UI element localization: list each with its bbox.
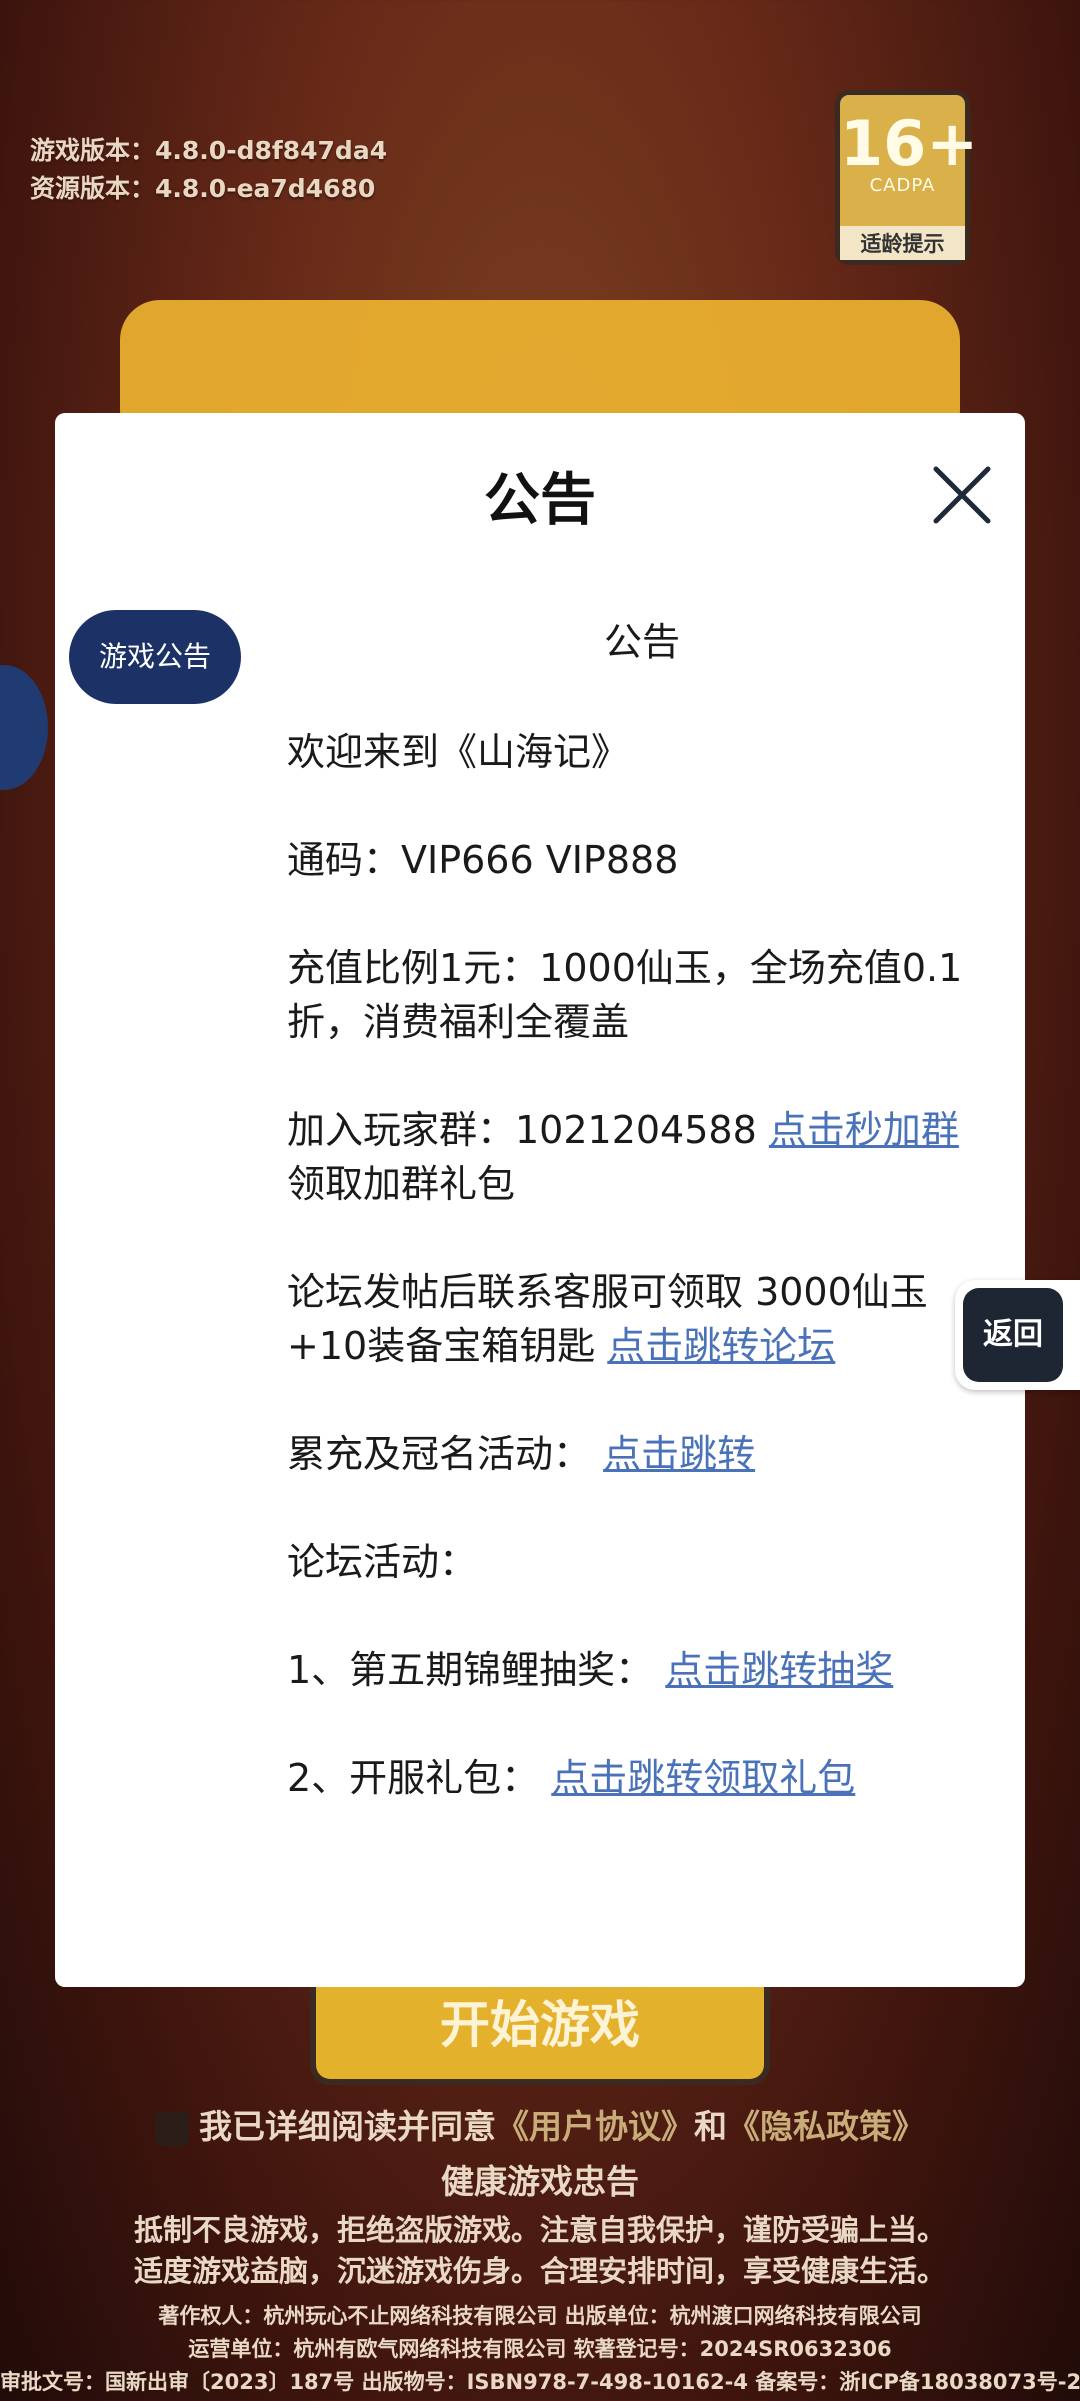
health-advice-line: 适度游戏益脑，沉迷游戏伤身。合理安排时间，享受健康生活。 bbox=[133, 2254, 946, 2288]
lottery-text: 1、第五期锦鲤抽奖： bbox=[287, 1648, 666, 1692]
start-game-button[interactable]: 开始游戏 bbox=[310, 1985, 770, 2085]
recharge-text: 充值比例1元：1000仙玉，全场充值0.1折，消费福利全覆盖 bbox=[287, 946, 963, 1044]
version-info: 游戏版本：4.8.0-d8f847da4 资源版本：4.8.0-ea7d4680 bbox=[30, 132, 387, 208]
privacy-policy-link[interactable]: 《隐私政策》 bbox=[727, 2107, 925, 2146]
agreement-row: 我已详细阅读并同意《用户协议》和《隐私政策》 bbox=[0, 2100, 1080, 2148]
gift-link[interactable]: 点击跳转领取礼包 bbox=[551, 1756, 855, 1800]
legal-info-line: 运营单位：杭州有欧气网络科技有限公司 软著登记号：2024SR0632306 bbox=[188, 2337, 892, 2361]
resource-version-value: 4.8.0-ea7d4680 bbox=[155, 174, 376, 203]
user-agreement-link[interactable]: 《用户协议》 bbox=[496, 2107, 694, 2146]
health-advice-line: 抵制不良游戏，拒绝盗版游戏。注意自我保护，谨防受骗上当。 bbox=[133, 2213, 946, 2247]
legal-info-line: 审批文号：国新出审〔2023〕187号 出版物号：ISBN978-7-498-1… bbox=[0, 2370, 1080, 2394]
announcement-modal: 公告 游戏公告 公告 欢迎来到《山海记》 通码：VIP666 VIP888 充值… bbox=[55, 413, 1025, 1987]
modal-title: 公告 bbox=[484, 468, 596, 533]
gift-text: 2、开服礼包： bbox=[287, 1756, 552, 1800]
group-paragraph: 加入玩家群：1021204588 点击秒加群领取加群礼包 bbox=[287, 1103, 997, 1211]
age-rating: 16+ bbox=[840, 107, 979, 180]
forum-activity-heading: 论坛活动： bbox=[287, 1540, 478, 1584]
age-rating-badge[interactable]: 16+ CADPA 适龄提示 bbox=[835, 90, 979, 265]
tab-game-announcement[interactable]: 游戏公告 bbox=[69, 610, 241, 704]
game-version-label: 游戏版本： bbox=[30, 136, 156, 165]
cumulative-paragraph: 累充及冠名活动： 点击跳转 bbox=[287, 1427, 997, 1481]
close-icon[interactable] bbox=[930, 463, 994, 527]
announcement-content: 公告 欢迎来到《山海记》 通码：VIP666 VIP888 充值比例1元：100… bbox=[287, 610, 997, 1859]
lottery-paragraph: 1、第五期锦鲤抽奖： 点击跳转抽奖 bbox=[287, 1643, 997, 1697]
legal-info-line: 著作权人：杭州玩心不止网络科技有限公司 出版单位：杭州渡口网络科技有限公司 bbox=[158, 2304, 922, 2328]
return-label: 返回 bbox=[963, 1288, 1063, 1382]
codes-text: 通码：VIP666 VIP888 bbox=[287, 838, 679, 882]
content-title: 公告 bbox=[603, 620, 680, 664]
forum-paragraph: 论坛发帖后联系客服可领取 3000仙玉+10装备宝箱钥匙 点击跳转论坛 bbox=[287, 1265, 997, 1373]
resource-version-label: 资源版本： bbox=[30, 174, 156, 203]
group-text: 加入玩家群：1021204588 bbox=[287, 1108, 769, 1152]
return-button[interactable]: 返回 bbox=[955, 1280, 1080, 1390]
welcome-text: 欢迎来到《山海记》 bbox=[287, 730, 630, 774]
lottery-link[interactable]: 点击跳转抽奖 bbox=[665, 1648, 893, 1692]
join-group-link[interactable]: 点击秒加群 bbox=[769, 1108, 959, 1152]
cumulative-link[interactable]: 点击跳转 bbox=[603, 1432, 755, 1476]
group-suffix: 领取加群礼包 bbox=[287, 1162, 516, 1206]
forum-link[interactable]: 点击跳转论坛 bbox=[607, 1324, 835, 1368]
gift-paragraph: 2、开服礼包： 点击跳转领取礼包 bbox=[287, 1751, 997, 1805]
age-rating-tip: 适龄提示 bbox=[840, 226, 965, 260]
cumulative-text: 累充及冠名活动： bbox=[287, 1432, 604, 1476]
agreement-checkbox[interactable] bbox=[155, 2111, 189, 2146]
health-advice-title: 健康游戏忠告 bbox=[441, 2162, 639, 2201]
agreement-and: 和 bbox=[694, 2107, 727, 2146]
agreement-prefix: 我已详细阅读并同意 bbox=[199, 2107, 496, 2146]
game-version-value: 4.8.0-d8f847da4 bbox=[155, 136, 388, 165]
